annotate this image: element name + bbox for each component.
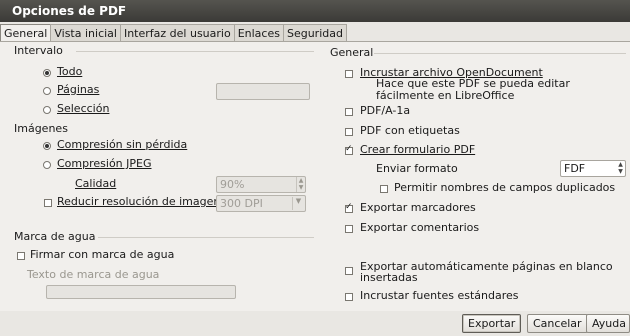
pdfa-checkbox[interactable]: [345, 108, 353, 116]
tab-seguridad[interactable]: Seguridad: [282, 24, 347, 42]
quality-spinner[interactable]: 90% ▲ ▼: [216, 176, 306, 193]
dialog-title: Opciones de PDF: [0, 0, 630, 22]
export-comments-checkbox[interactable]: [345, 225, 353, 233]
embed-std-fonts-label[interactable]: Incrustar fuentes estándares: [360, 289, 518, 302]
watermark-sign-checkbox[interactable]: [17, 252, 25, 260]
range-all-label[interactable]: Todo: [57, 65, 82, 78]
export-button[interactable]: Exportar: [462, 314, 522, 333]
range-pages-label[interactable]: Páginas: [57, 83, 99, 96]
submit-format-dropdown[interactable]: FDF ▲ ▼: [560, 160, 626, 177]
quality-value: 90%: [220, 178, 245, 191]
duplicate-names-checkbox[interactable]: [380, 185, 388, 193]
help-button[interactable]: Ayuda: [586, 314, 630, 333]
lossless-label[interactable]: Compresión sin pérdida: [57, 138, 187, 151]
range-selection-label[interactable]: Selección: [57, 102, 109, 115]
tab-vista-inicial[interactable]: Vista inicial: [50, 24, 121, 42]
watermark-divider: [98, 237, 314, 238]
duplicate-names-label[interactable]: Permitir nombres de campos duplicados: [394, 181, 615, 194]
reduce-resolution-label[interactable]: Reducir resolución de imagen: [57, 195, 220, 208]
tab-enlaces[interactable]: Enlaces: [233, 24, 284, 42]
tagged-pdf-checkbox[interactable]: [345, 128, 353, 136]
resolution-dropdown[interactable]: 300 DPI ▼: [216, 195, 306, 212]
tab-interfaz-usuario[interactable]: Interfaz del usuario: [119, 24, 235, 42]
general-divider: [374, 53, 626, 54]
general-heading: General: [330, 46, 374, 59]
range-heading: Intervalo: [14, 44, 63, 57]
export-bookmarks-checkbox[interactable]: [345, 202, 353, 213]
general-panel: Intervalo Todo Páginas Selección Imágene…: [0, 41, 630, 311]
export-blank-pages-label-2[interactable]: insertadas: [360, 271, 418, 284]
chevron-down-icon: ▼: [292, 197, 304, 210]
embed-opendocument-checkbox[interactable]: [345, 70, 353, 78]
dialog-footer: Exportar Cancelar Ayuda: [0, 311, 630, 336]
watermark-heading: Marca de agua: [14, 230, 96, 243]
jpeg-label[interactable]: Compresión JPEG: [57, 157, 152, 170]
images-heading: Imágenes: [14, 122, 68, 135]
embed-std-fonts-checkbox[interactable]: [345, 293, 353, 301]
jpeg-radio[interactable]: [43, 161, 51, 169]
watermark-sign-label[interactable]: Firmar con marca de agua: [30, 248, 174, 261]
export-comments-label[interactable]: Exportar comentarios: [360, 221, 479, 234]
tab-bar: General Vista inicial Interfaz del usuar…: [0, 24, 347, 42]
embed-opendocument-desc: Hace que este PDF se pueda editar fácilm…: [376, 77, 570, 102]
quality-label-text: Calidad: [75, 177, 117, 190]
range-selection-radio[interactable]: [43, 106, 51, 114]
tagged-pdf-label[interactable]: PDF con etiquetas: [360, 124, 460, 137]
export-blank-pages-checkbox[interactable]: [345, 267, 353, 275]
quality-label: Calidad: [75, 177, 116, 190]
export-bookmarks-label[interactable]: Exportar marcadores: [360, 201, 476, 214]
cancel-button[interactable]: Cancelar: [527, 314, 588, 333]
watermark-text-label: Texto de marca de agua: [27, 268, 160, 281]
range-pages-radio[interactable]: [43, 87, 51, 95]
spin-arrows-icon[interactable]: ▲ ▼: [296, 177, 305, 192]
create-form-label[interactable]: Crear formulario PDF: [360, 143, 475, 156]
tab-general[interactable]: General: [0, 24, 52, 42]
lossless-radio[interactable]: [43, 142, 51, 150]
resolution-value: 300 DPI: [220, 197, 263, 210]
pages-input[interactable]: [216, 83, 310, 100]
range-all-radio[interactable]: [43, 69, 51, 77]
reduce-resolution-checkbox[interactable]: [44, 199, 52, 207]
submit-format-value: FDF: [564, 162, 586, 175]
range-divider: [76, 51, 314, 52]
create-form-checkbox[interactable]: [345, 144, 353, 155]
updown-icon: ▲ ▼: [618, 161, 623, 175]
submit-format-label: Enviar formato: [376, 162, 458, 175]
pdfa-label[interactable]: PDF/A-1a: [360, 104, 410, 117]
watermark-text-input[interactable]: [46, 285, 236, 299]
